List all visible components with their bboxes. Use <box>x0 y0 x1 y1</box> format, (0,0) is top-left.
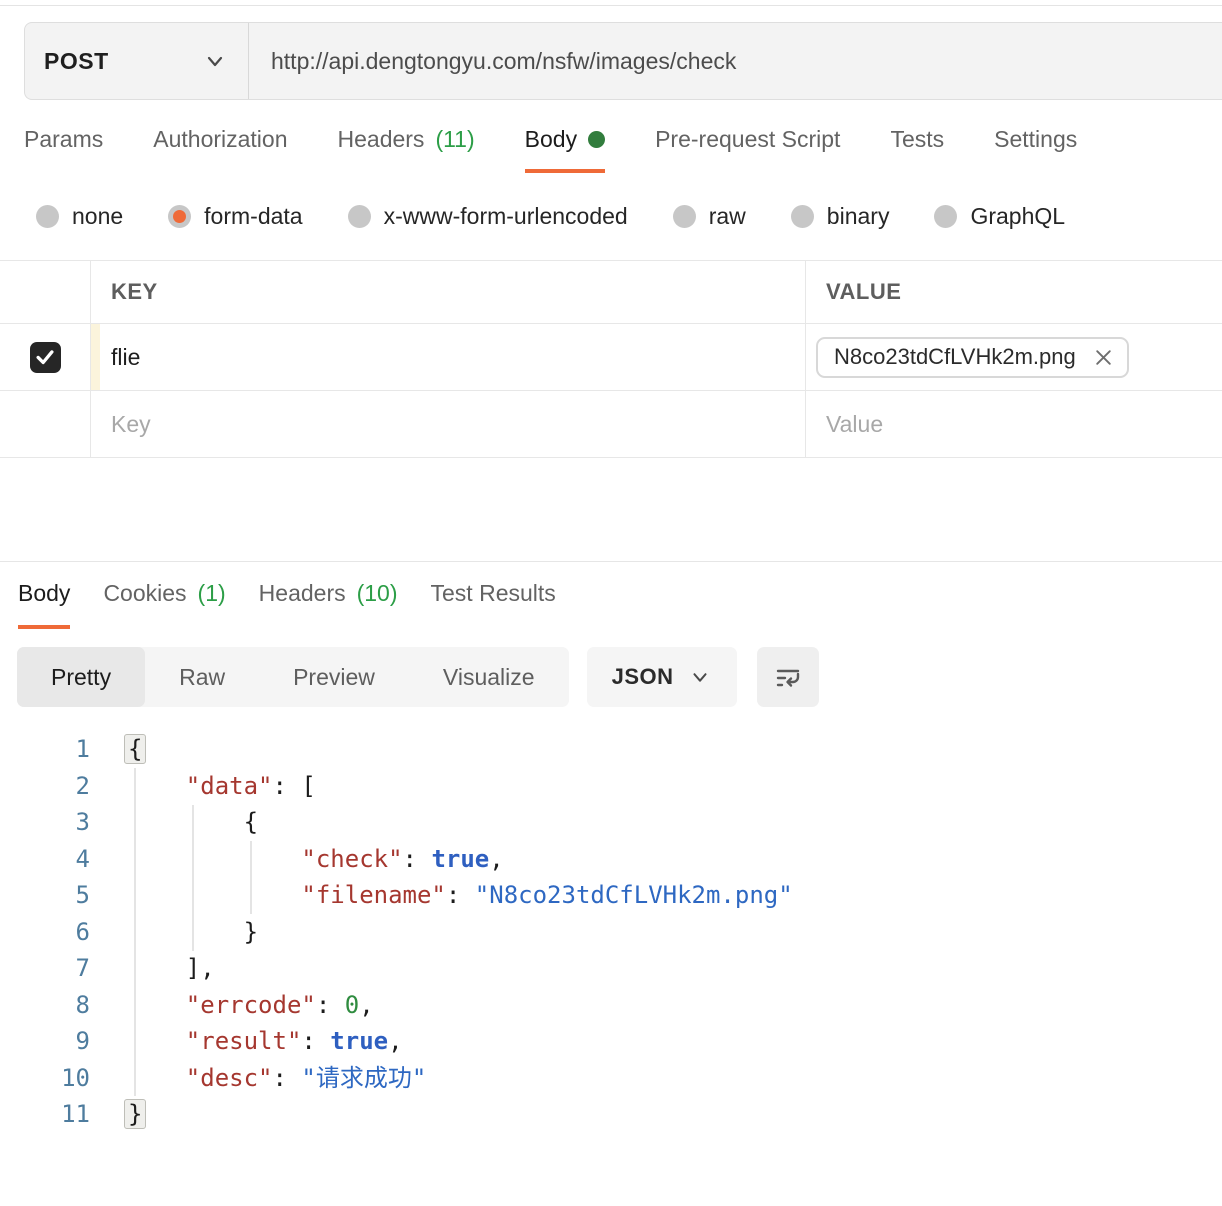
remove-file-icon[interactable] <box>1093 347 1114 368</box>
url-input[interactable]: http://api.dengtongyu.com/nsfw/images/ch… <box>249 23 1222 99</box>
radio-icon <box>791 205 814 228</box>
code-line: 4 "check": true, <box>0 841 1222 878</box>
tab-tests[interactable]: Tests <box>890 126 944 173</box>
mode-none[interactable]: none <box>36 203 123 230</box>
code-line: 2 "data": [ <box>0 768 1222 805</box>
view-visualize[interactable]: Visualize <box>409 647 569 707</box>
line-number: 3 <box>0 804 90 841</box>
response-section-divider <box>0 561 1222 562</box>
response-body-code: 1{2 "data": [3 {4 "check": true,5 "filen… <box>0 731 1222 1133</box>
response-view-toolbar: Pretty Raw Preview Visualize JSON <box>17 647 1222 707</box>
tab-body-label: Body <box>525 126 577 153</box>
row-enabled-checkbox[interactable] <box>30 342 61 373</box>
view-pretty[interactable]: Pretty <box>17 647 145 707</box>
value-column-header: VALUE <box>805 261 1222 323</box>
fold-toggle[interactable]: } <box>124 1099 146 1129</box>
code-line: 8 "errcode": 0, <box>0 987 1222 1024</box>
key-column-header: KEY <box>90 261 805 323</box>
radio-icon <box>36 205 59 228</box>
code-line: 6 } <box>0 914 1222 951</box>
value-cell: N8co23tdCfLVHk2m.png <box>805 324 1222 390</box>
indent-guide <box>250 841 252 914</box>
line-number: 5 <box>0 877 90 914</box>
code-line: 5 "filename": "N8co23tdCfLVHk2m.png" <box>0 877 1222 914</box>
line-number: 4 <box>0 841 90 878</box>
table-row: flie N8co23tdCfLVHk2m.png <box>0 324 1222 391</box>
line-number: 2 <box>0 768 90 805</box>
line-number: 6 <box>0 914 90 951</box>
mode-binary[interactable]: binary <box>791 203 890 230</box>
line-number: 9 <box>0 1023 90 1060</box>
line-number: 1 <box>0 731 90 768</box>
format-dropdown[interactable]: JSON <box>587 647 737 707</box>
wrap-lines-button[interactable] <box>757 647 819 707</box>
table-header-row: KEY VALUE <box>0 261 1222 324</box>
method-dropdown[interactable]: POST <box>25 23 249 99</box>
method-label: POST <box>44 48 109 75</box>
key-input[interactable]: flie <box>90 324 805 390</box>
form-data-table: KEY VALUE flie N8co23tdCfLVHk2m.png Key … <box>0 260 1222 458</box>
code-line: 7 ], <box>0 950 1222 987</box>
table-empty-row: Key Value <box>0 391 1222 458</box>
top-divider <box>0 0 1222 6</box>
view-raw[interactable]: Raw <box>145 647 259 707</box>
tab-headers-label: Headers <box>338 126 425 153</box>
wrap-lines-icon <box>772 661 804 693</box>
response-tab-cookies[interactable]: Cookies (1) <box>103 580 225 629</box>
radio-icon <box>348 205 371 228</box>
line-number: 10 <box>0 1060 90 1097</box>
mode-graphql[interactable]: GraphQL <box>934 203 1065 230</box>
radio-icon <box>673 205 696 228</box>
mode-form-data[interactable]: form-data <box>168 203 302 230</box>
response-tab-test-results[interactable]: Test Results <box>431 580 556 629</box>
request-tabs: Params Authorization Headers (11) Body P… <box>24 126 1222 173</box>
line-number: 11 <box>0 1096 90 1133</box>
response-tab-body[interactable]: Body <box>18 580 70 629</box>
request-url-bar: POST http://api.dengtongyu.com/nsfw/imag… <box>24 22 1222 100</box>
file-chip[interactable]: N8co23tdCfLVHk2m.png <box>816 337 1129 378</box>
format-label: JSON <box>612 664 674 690</box>
chevron-down-icon <box>202 48 228 74</box>
select-column-header <box>0 261 90 323</box>
indent-guide <box>134 768 136 1096</box>
code-line: 11} <box>0 1096 1222 1133</box>
line-number: 8 <box>0 987 90 1024</box>
code-line: 10 "desc": "请求成功" <box>0 1060 1222 1097</box>
tab-params[interactable]: Params <box>24 126 103 173</box>
tab-authorization[interactable]: Authorization <box>153 126 287 173</box>
mode-x-www-form-urlencoded[interactable]: x-www-form-urlencoded <box>348 203 628 230</box>
tab-settings[interactable]: Settings <box>994 126 1077 173</box>
tab-body[interactable]: Body <box>525 126 605 173</box>
radio-selected-icon <box>168 205 191 228</box>
code-line: 3 { <box>0 804 1222 841</box>
line-number: 7 <box>0 950 90 987</box>
code-line: 1{ <box>0 731 1222 768</box>
chevron-down-icon <box>688 665 712 689</box>
response-view-modes: Pretty Raw Preview Visualize <box>17 647 569 707</box>
cookies-count: (1) <box>198 580 226 607</box>
body-mode-selector: none form-data x-www-form-urlencoded raw… <box>36 203 1222 230</box>
tab-headers[interactable]: Headers (11) <box>338 126 475 173</box>
response-headers-count: (10) <box>357 580 398 607</box>
fold-toggle[interactable]: { <box>124 734 146 764</box>
tab-pre-request-script[interactable]: Pre-request Script <box>655 126 840 173</box>
new-value-input[interactable]: Value <box>826 411 883 438</box>
code-line: 9 "result": true, <box>0 1023 1222 1060</box>
radio-icon <box>934 205 957 228</box>
response-tabs: Body Cookies (1) Headers (10) Test Resul… <box>18 580 1222 629</box>
indent-guide <box>192 805 194 951</box>
mode-raw[interactable]: raw <box>673 203 746 230</box>
new-key-input[interactable]: Key <box>111 411 151 438</box>
file-name: N8co23tdCfLVHk2m.png <box>834 344 1076 370</box>
code-lines-container: 1{2 "data": [3 {4 "check": true,5 "filen… <box>0 731 1222 1133</box>
view-preview[interactable]: Preview <box>259 647 409 707</box>
response-tab-headers[interactable]: Headers (10) <box>259 580 398 629</box>
tab-headers-count: (11) <box>435 126 474 153</box>
body-modified-dot <box>588 131 605 148</box>
